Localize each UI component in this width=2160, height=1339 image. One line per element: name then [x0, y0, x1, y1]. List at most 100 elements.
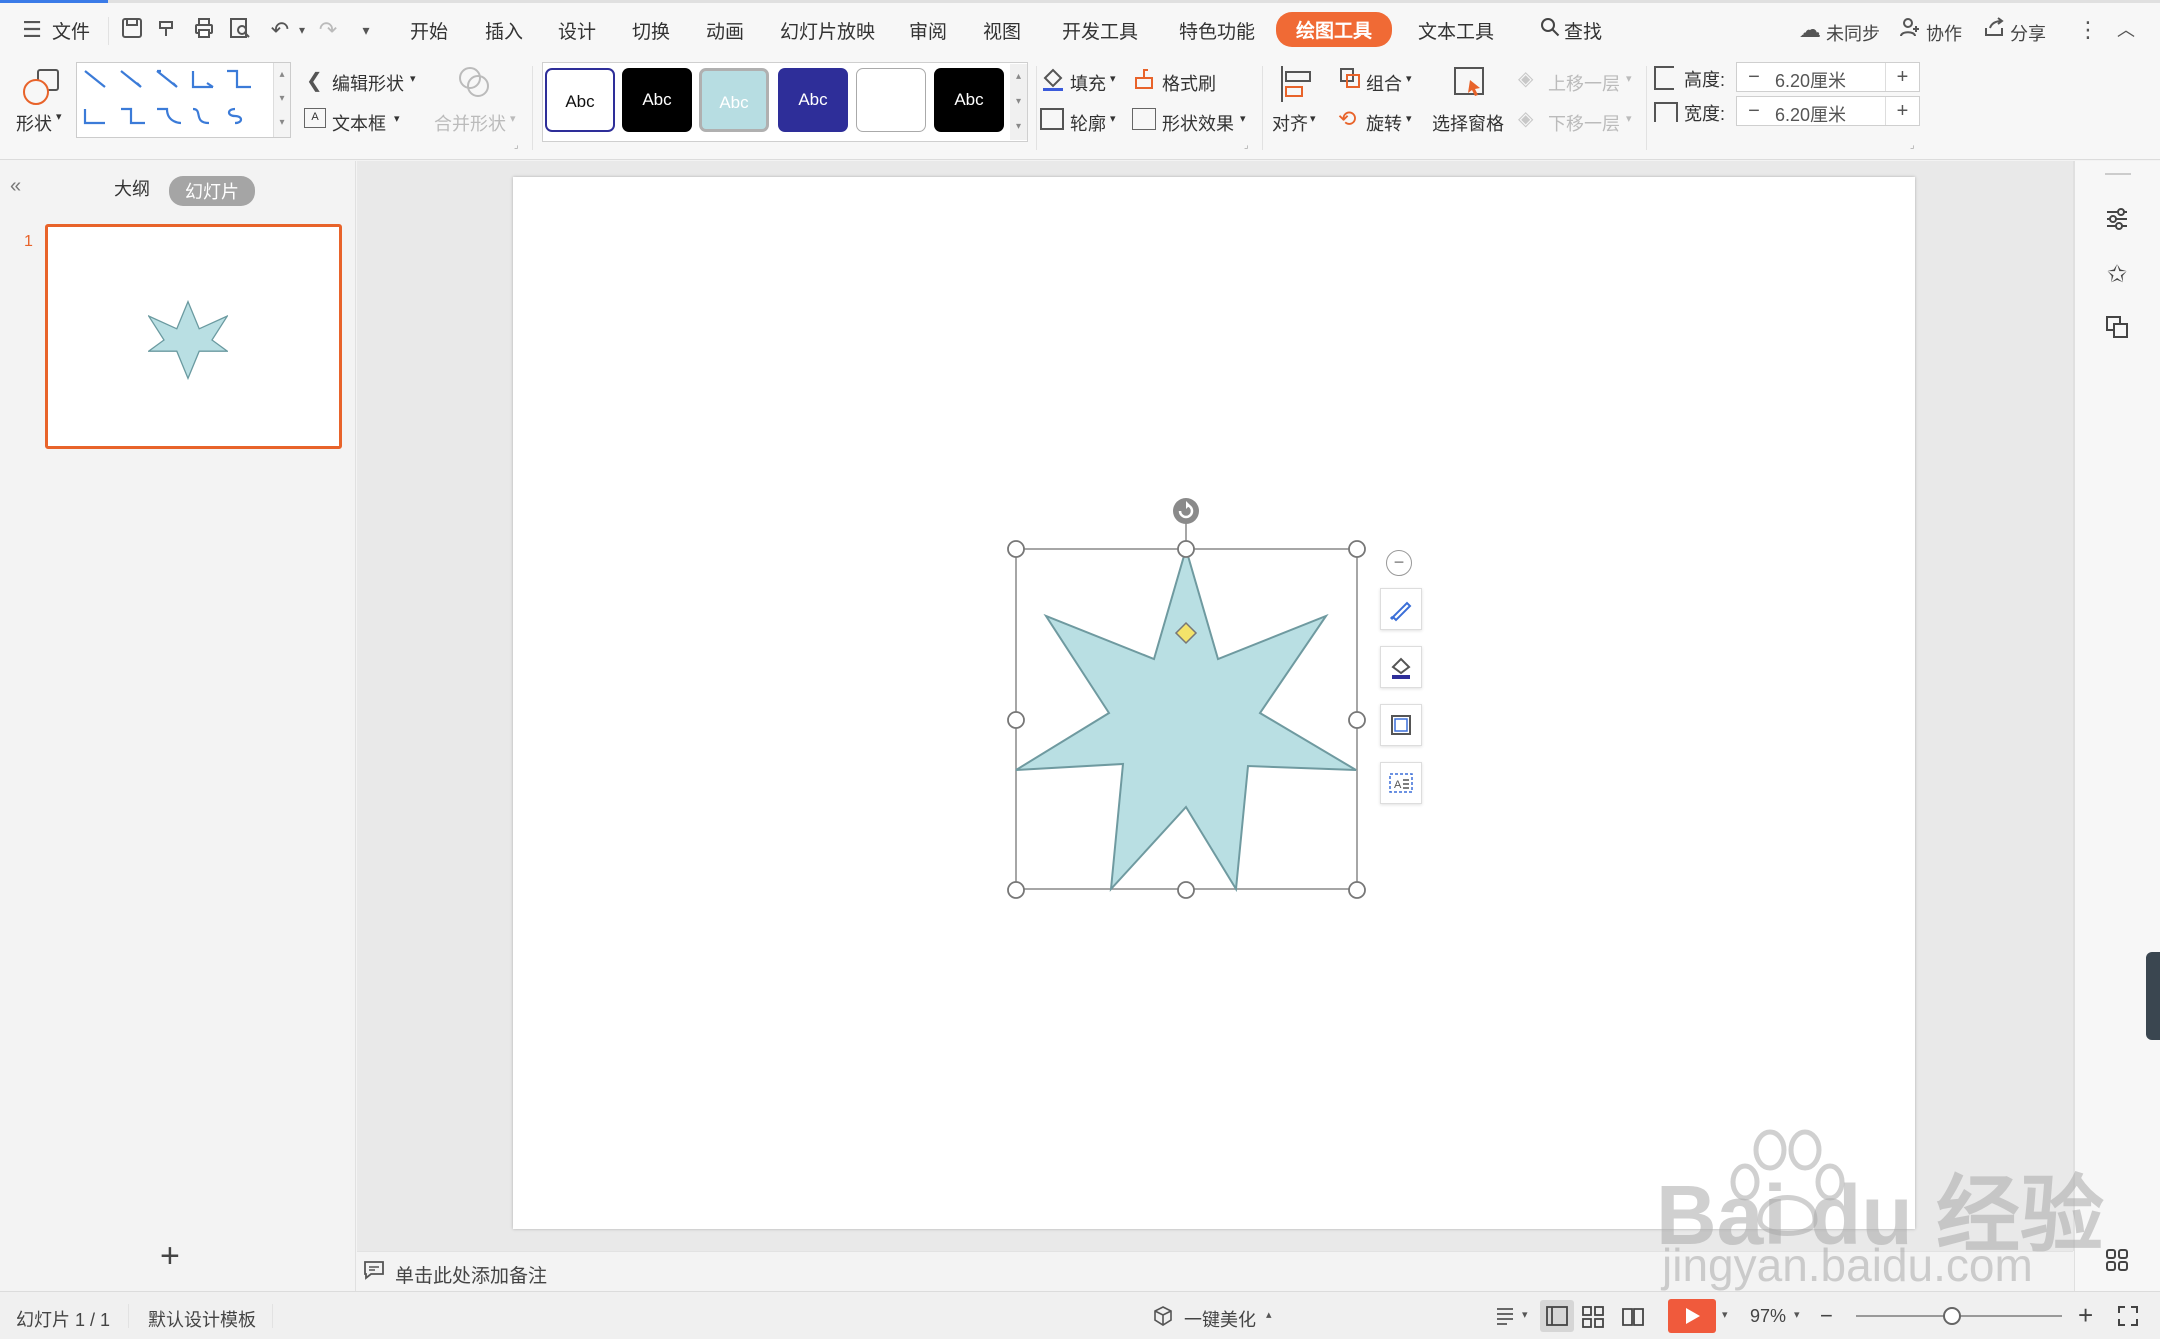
zoom-level[interactable]: 97% — [1750, 1306, 1786, 1327]
group-dropdown-icon[interactable]: ▾ — [1406, 72, 1412, 85]
collaborate-icon[interactable] — [1896, 16, 1924, 44]
shape-effects-dropdown-icon[interactable]: ▾ — [1240, 112, 1246, 125]
tab-design[interactable]: 设计 — [558, 17, 596, 44]
save-icon[interactable] — [118, 16, 146, 44]
edit-shape-button[interactable]: 编辑形状 — [332, 70, 404, 96]
tab-view[interactable]: 视图 — [983, 17, 1021, 44]
selected-star-shape[interactable] — [1000, 490, 1380, 910]
width-increase-button[interactable]: + — [1885, 97, 1919, 125]
style-preset-black-2[interactable]: Abc — [934, 68, 1004, 132]
zoom-dropdown-icon[interactable]: ▾ — [1794, 1308, 1800, 1321]
style-preset-black[interactable]: Abc — [622, 68, 692, 132]
tab-transitions[interactable]: 切换 — [632, 17, 670, 44]
shape-button[interactable]: 形状 — [16, 110, 52, 136]
format-painter-quick-icon[interactable] — [154, 16, 182, 44]
tab-special-features[interactable]: 特色功能 — [1179, 17, 1255, 44]
clipboard-pane-icon[interactable] — [2101, 313, 2133, 345]
bring-forward-button[interactable]: 上移一层 — [1548, 70, 1620, 96]
height-input[interactable]: 6.20厘米 — [1775, 67, 1846, 93]
beautify-expand-icon[interactable]: ▴ — [1266, 1308, 1272, 1321]
collaborate-button[interactable]: 协作 — [1926, 20, 1962, 46]
merge-shape-button[interactable]: 合并形状 — [434, 110, 506, 136]
format-painter-button[interactable]: 格式刷 — [1162, 70, 1216, 96]
tab-home[interactable]: 开始 — [410, 17, 448, 44]
properties-adjust-icon[interactable] — [2101, 205, 2133, 237]
rotate-button[interactable]: 旋转 — [1366, 110, 1402, 136]
slide-thumbnail-1[interactable] — [45, 224, 342, 449]
align-button[interactable]: 对齐 — [1272, 110, 1308, 136]
zoom-slider-thumb[interactable] — [1943, 1307, 1961, 1325]
zoom-out-button[interactable]: − — [1820, 1303, 1833, 1329]
height-decrease-button[interactable]: − — [1737, 63, 1771, 91]
tab-slides[interactable]: 幻灯片 — [169, 176, 255, 206]
share-icon[interactable] — [1980, 16, 2008, 44]
width-input[interactable]: 6.20厘米 — [1775, 101, 1846, 127]
tab-outline[interactable]: 大纲 — [114, 175, 150, 201]
tab-insert[interactable]: 插入 — [485, 17, 523, 44]
design-template-label[interactable]: 默认设计模板 — [148, 1306, 256, 1332]
tab-slideshow[interactable]: 幻灯片放映 — [780, 17, 875, 44]
print-preview-icon[interactable] — [226, 16, 254, 44]
print-icon[interactable] — [190, 16, 218, 44]
slide-sorter-icon[interactable] — [1580, 1304, 1606, 1330]
sync-status[interactable]: 未同步 — [1826, 20, 1880, 46]
style-gallery-scroll-icon[interactable]: ▴ ▾ ▾ — [1010, 64, 1027, 140]
play-options-dropdown-icon[interactable]: ▾ — [1722, 1308, 1728, 1321]
gallery-scroll-icon[interactable]: ▴ ▾ ▾ — [273, 63, 290, 137]
collapse-ribbon-icon[interactable]: ︿ — [2112, 16, 2140, 44]
float-fill-button[interactable] — [1380, 646, 1422, 688]
share-button[interactable]: 分享 — [2010, 20, 2046, 46]
add-slide-button[interactable]: + — [160, 1239, 180, 1273]
rotate-dropdown-icon[interactable]: ▾ — [1406, 112, 1412, 125]
selection-pane-button[interactable]: 选择窗格 — [1432, 110, 1504, 136]
group-button[interactable]: 组合 — [1366, 70, 1402, 96]
expand-size-group-icon[interactable]: ⌟ — [1910, 140, 1915, 151]
notes-placeholder[interactable]: 单击此处添加备注 — [395, 1261, 547, 1288]
send-backward-button[interactable]: 下移一层 — [1548, 110, 1620, 136]
normal-view-button[interactable] — [1540, 1300, 1574, 1332]
customize-quick-access-icon[interactable]: ▾ — [352, 16, 380, 44]
search-button[interactable]: 查找 — [1564, 17, 1602, 44]
collapse-panel-icon[interactable]: « — [10, 175, 21, 198]
shape-effects-button[interactable]: 形状效果 — [1162, 110, 1234, 136]
collapse-float-toolbar-icon[interactable]: − — [1386, 550, 1412, 576]
text-box-dropdown-icon[interactable]: ▾ — [394, 112, 400, 125]
redo-icon[interactable]: ↷ — [314, 16, 342, 44]
reading-view-icon[interactable] — [1620, 1304, 1646, 1330]
style-preset-teal-selected[interactable]: Abc — [699, 68, 769, 132]
tab-drawing-tools[interactable]: 绘图工具 — [1276, 12, 1393, 47]
tab-review[interactable]: 审阅 — [909, 17, 947, 44]
undo-dropdown-icon[interactable]: ▾ — [288, 16, 316, 44]
expand-style-group-icon[interactable]: ⌟ — [1244, 140, 1249, 151]
hamburger-menu-icon[interactable]: ☰ — [18, 16, 46, 44]
search-icon[interactable] — [1536, 16, 1564, 44]
tab-developer[interactable]: 开发工具 — [1062, 17, 1138, 44]
notes-toggle-dropdown-icon[interactable]: ▾ — [1522, 1308, 1528, 1321]
style-preset-blank[interactable] — [856, 68, 926, 132]
app-grid-icon[interactable] — [2101, 1247, 2133, 1279]
tab-text-tools[interactable]: 文本工具 — [1418, 17, 1494, 44]
line-shapes-gallery[interactable]: ▴ ▾ ▾ — [76, 62, 291, 138]
file-menu[interactable]: 文件 — [52, 17, 90, 44]
side-widget-tab[interactable] — [2146, 952, 2160, 1040]
notes-toggle-icon[interactable] — [1494, 1304, 1520, 1328]
tab-animations[interactable]: 动画 — [706, 17, 744, 44]
float-outline-button[interactable] — [1380, 704, 1422, 746]
zoom-in-button[interactable]: + — [2078, 1300, 2093, 1331]
cloud-sync-icon[interactable]: ☁ — [1796, 16, 1824, 44]
style-preset-white-outline[interactable]: Abc — [545, 68, 615, 132]
expand-group-icon[interactable]: ⌟ — [514, 140, 519, 151]
insert-shape-icon[interactable] — [20, 64, 64, 108]
fit-to-window-icon[interactable] — [2116, 1304, 2140, 1328]
edit-shape-dropdown-icon[interactable]: ▾ — [410, 72, 416, 85]
one-click-beautify-button[interactable]: 一键美化 — [1184, 1306, 1256, 1332]
fill-button[interactable]: 填充 — [1070, 70, 1106, 96]
style-preset-navy[interactable]: Abc — [778, 68, 848, 132]
outline-dropdown-icon[interactable]: ▾ — [1110, 112, 1116, 125]
play-slideshow-button[interactable] — [1668, 1299, 1716, 1333]
animation-pane-icon[interactable]: ✩ — [2101, 259, 2133, 291]
float-style-button[interactable] — [1380, 588, 1422, 630]
fill-dropdown-icon[interactable]: ▾ — [1110, 72, 1116, 85]
height-increase-button[interactable]: + — [1885, 63, 1919, 91]
width-decrease-button[interactable]: − — [1737, 97, 1771, 125]
